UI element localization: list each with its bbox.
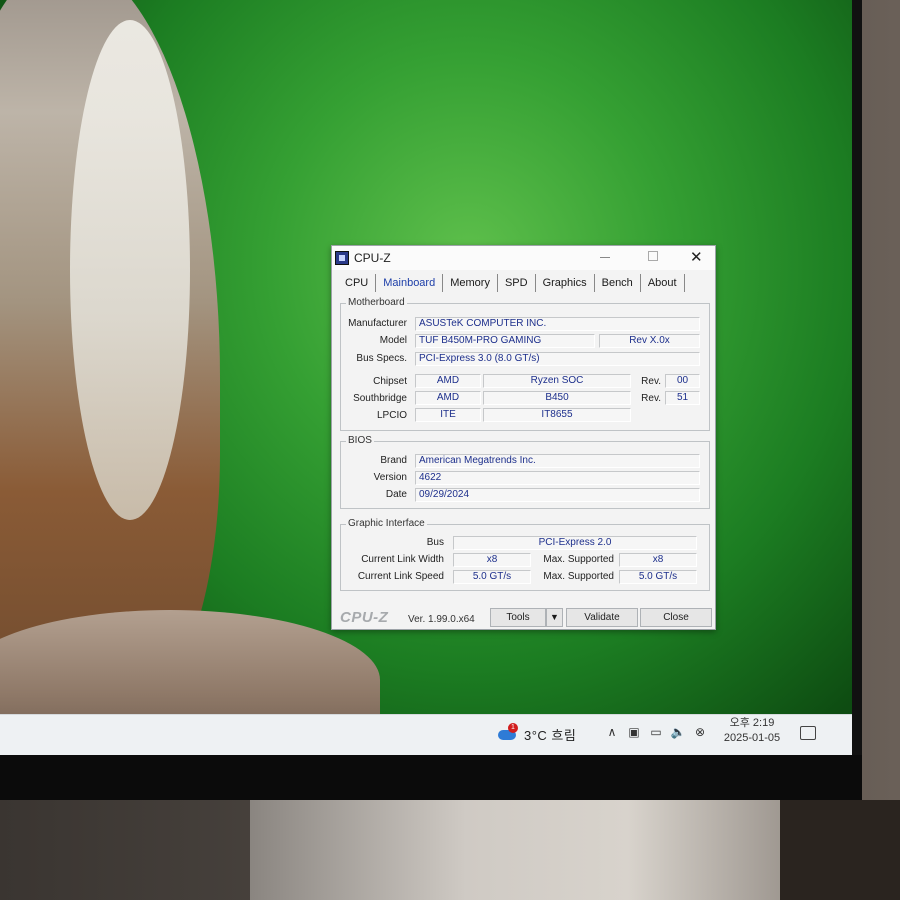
gi-bus-label: Bus — [426, 537, 444, 548]
model-revision: Rev X.0x — [599, 334, 700, 348]
bios-version-label: Version — [373, 472, 407, 483]
notification-icon[interactable] — [800, 726, 816, 740]
weather-widget[interactable]: 1 3°C 흐림 — [498, 723, 577, 744]
lpcio-name: IT8655 — [483, 408, 631, 422]
chipset-rev-label: Rev. — [641, 376, 661, 387]
bios-date-value: 09/29/2024 — [415, 488, 700, 502]
weather-text: 3°C 흐림 — [524, 727, 577, 743]
maximize-button[interactable] — [648, 251, 658, 261]
manufacturer-label: Manufacturer — [348, 318, 407, 329]
tab-spd[interactable]: SPD — [498, 274, 536, 292]
lpcio-vendor: ITE — [415, 408, 481, 422]
minimize-button[interactable] — [600, 257, 610, 258]
version-text: Ver. 1.99.0.x64 — [408, 614, 475, 625]
tab-about[interactable]: About — [641, 274, 685, 292]
clock-date: 2025-01-05 — [723, 732, 781, 744]
bus-specs-label: Bus Specs. — [356, 353, 407, 364]
cpuz-app-icon — [335, 251, 349, 265]
link-speed-value: 5.0 GT/s — [453, 570, 531, 584]
bios-group: BIOS Brand American Megatrends Inc. Vers… — [340, 435, 710, 509]
tools-button[interactable]: Tools — [490, 608, 546, 627]
bios-brand-value: American Megatrends Inc. — [415, 454, 700, 468]
cpuz-logo: CPU-Z — [340, 609, 389, 626]
tab-bench[interactable]: Bench — [595, 274, 641, 292]
title-bar[interactable]: CPU-Z ✕ — [332, 246, 715, 270]
wallpaper-animal-chest — [70, 20, 190, 520]
motherboard-group: Motherboard Manufacturer ASUSTeK COMPUTE… — [340, 297, 710, 431]
close-button[interactable]: Close — [640, 608, 712, 627]
chipset-label: Chipset — [373, 376, 407, 387]
max-width-value: x8 — [619, 553, 697, 567]
monitor-chin — [0, 755, 862, 800]
tab-strip: CPU Mainboard Memory SPD Graphics Bench … — [338, 274, 685, 294]
link-width-label: Current Link Width — [361, 554, 444, 565]
network-icon[interactable]: ▭ — [648, 724, 664, 740]
bios-brand-label: Brand — [380, 455, 407, 466]
max-speed-label: Max. Supported — [543, 571, 614, 582]
tab-graphics[interactable]: Graphics — [536, 274, 595, 292]
close-window-button[interactable]: ✕ — [690, 248, 703, 266]
chevron-up-icon[interactable]: ∧ — [604, 724, 620, 740]
bus-specs-value: PCI-Express 3.0 (8.0 GT/s) — [415, 352, 700, 366]
bios-group-label: BIOS — [346, 435, 374, 446]
weather-notification-badge: 1 — [508, 723, 518, 733]
model-label: Model — [379, 335, 407, 346]
tab-cpu[interactable]: CPU — [338, 274, 377, 292]
gi-bus-value: PCI-Express 2.0 — [453, 536, 697, 550]
link-width-value: x8 — [453, 553, 531, 567]
tab-mainboard[interactable]: Mainboard — [376, 274, 444, 292]
motherboard-group-label: Motherboard — [346, 297, 407, 308]
southbridge-rev-value: 51 — [665, 391, 700, 405]
system-tray: ∧ ▣ ▭ 🔈 ⊗ — [604, 724, 708, 740]
monitor-stand — [250, 800, 790, 900]
southbridge-name: B450 — [483, 391, 631, 405]
bios-date-label: Date — [385, 489, 407, 500]
chipset-name: Ryzen SOC — [483, 374, 631, 388]
monitor-side-shadow — [780, 800, 900, 900]
meet-now-icon[interactable]: ▣ — [626, 724, 642, 740]
ime-icon[interactable]: ⊗ — [692, 724, 708, 740]
max-speed-value: 5.0 GT/s — [619, 570, 697, 584]
cpuz-window: CPU-Z ✕ CPU Mainboard Memory SPD Graphic… — [331, 245, 716, 630]
lpcio-label: LPCIO — [376, 410, 407, 421]
manufacturer-value: ASUSTeK COMPUTER INC. — [415, 317, 700, 331]
southbridge-rev-label: Rev. — [641, 393, 661, 404]
model-value: TUF B450M-PRO GAMING — [415, 334, 595, 348]
bios-version-value: 4622 — [415, 471, 700, 485]
max-width-label: Max. Supported — [543, 554, 614, 565]
validate-button[interactable]: Validate — [566, 608, 638, 627]
tools-dropdown-arrow-icon[interactable]: ▼ — [546, 608, 563, 627]
clock-time: 오후 2:19 — [729, 717, 775, 729]
tab-memory[interactable]: Memory — [443, 274, 498, 292]
speaker-icon[interactable]: 🔈 — [670, 724, 686, 740]
bottom-bar: CPU-Z Ver. 1.99.0.x64 Tools ▼ Validate C… — [332, 606, 715, 629]
southbridge-vendor: AMD — [415, 391, 481, 405]
cloud-icon: 1 — [498, 723, 518, 741]
graphic-interface-group: Graphic Interface Bus PCI-Express 2.0 Cu… — [340, 518, 710, 591]
window-title: CPU-Z — [354, 251, 391, 265]
graphic-interface-group-label: Graphic Interface — [346, 518, 427, 529]
southbridge-label: Southbridge — [353, 393, 407, 404]
chipset-vendor: AMD — [415, 374, 481, 388]
taskbar-clock[interactable]: 오후 2:19 2025-01-05 — [712, 716, 792, 746]
chipset-rev-value: 00 — [665, 374, 700, 388]
link-speed-label: Current Link Speed — [357, 571, 444, 582]
